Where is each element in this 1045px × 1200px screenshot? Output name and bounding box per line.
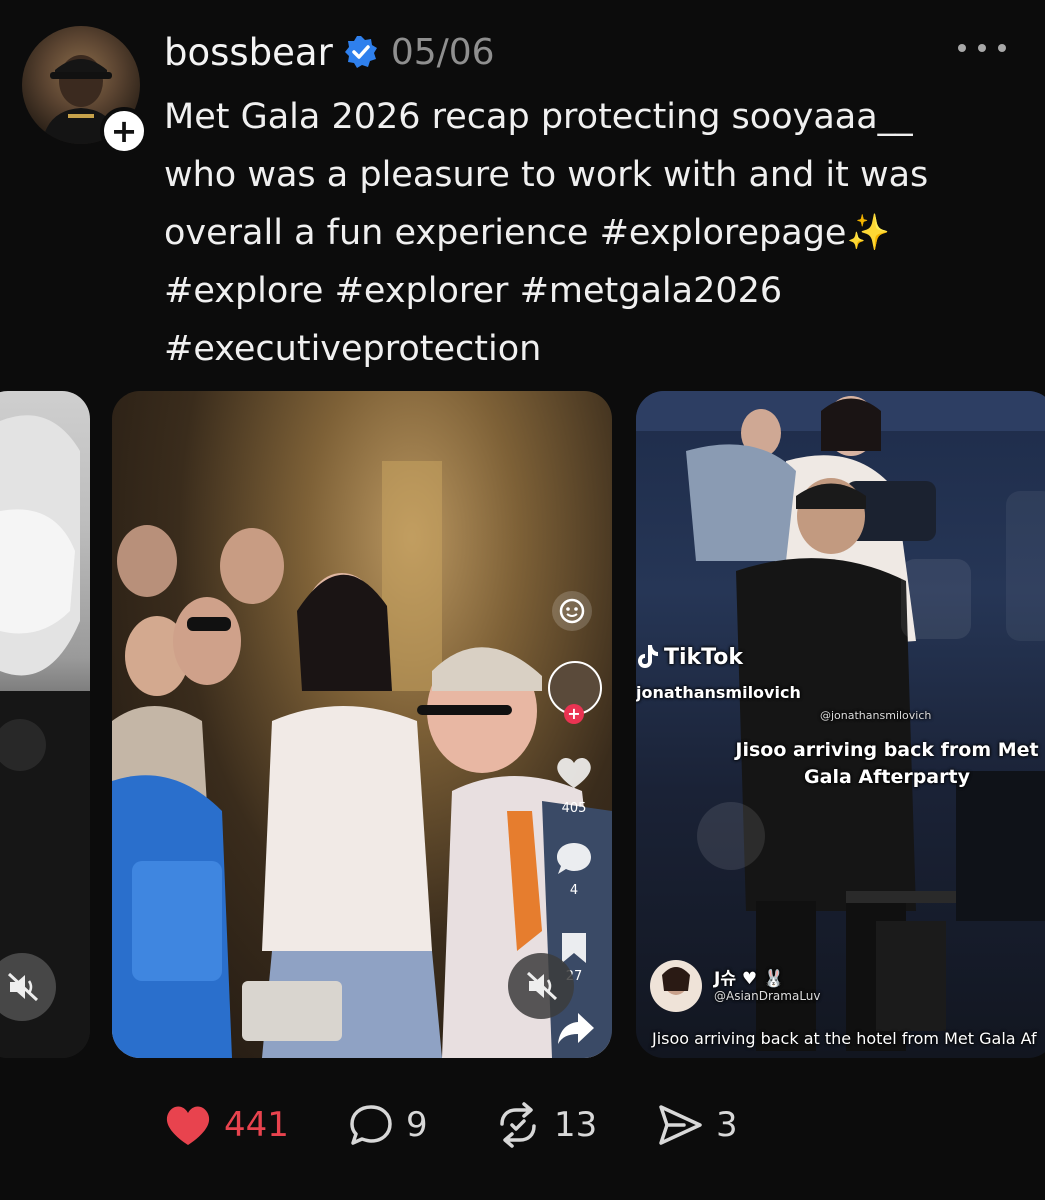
repost-icon [500, 1102, 536, 1148]
comment-button[interactable]: 9 [348, 1090, 428, 1160]
follow-plus-button[interactable]: + [100, 107, 148, 155]
commenter-name: J슈 ♥ 🐰 [714, 969, 785, 989]
follow-plus-icon[interactable]: + [564, 704, 584, 724]
heart-filled-icon [166, 1106, 210, 1145]
post-date: 05/06 [390, 31, 495, 73]
tiktok-brand-text: TikTok [664, 645, 744, 670]
bookmark-icon[interactable] [560, 931, 588, 965]
username[interactable]: bossbear [164, 31, 333, 74]
tiktok-logo-icon [638, 645, 658, 668]
thread-post: + bossbear 05/06 Met Gala 2026 recap pro… [0, 0, 1045, 1200]
post-action-bar: 441 9 13 3 [0, 1090, 1045, 1160]
comment-icon[interactable] [555, 841, 593, 877]
tiktok-handle: jonathansmilovich [636, 683, 801, 702]
like-button[interactable]: 441 [164, 1090, 289, 1160]
plus-icon: + [110, 112, 138, 150]
media-item-video-2[interactable]: TikTok jonathansmilovich @jonathansmilov… [636, 391, 1045, 1058]
more-options-icon[interactable] [958, 34, 1006, 62]
send-icon [659, 1105, 702, 1145]
muted-icon [526, 971, 558, 1001]
caption-line[interactable]: #executiveprotection [164, 320, 984, 378]
caption-line[interactable]: overall a fun experience #explorepage✨ [164, 204, 984, 262]
share-count: 3 [716, 1105, 738, 1145]
share-button[interactable]: 3 [656, 1090, 738, 1160]
repost-button[interactable]: 13 [494, 1090, 597, 1160]
post-header: bossbear 05/06 [164, 28, 495, 76]
media-item-previous[interactable] [0, 391, 90, 1058]
media-item-video-1[interactable]: + 405 4 27 [112, 391, 612, 1058]
video-comment-count: 4 [569, 883, 579, 898]
caption-line: Met Gala 2026 recap protecting sooyaaa__ [164, 97, 913, 137]
video-thumbnail [636, 391, 1045, 1051]
muted-icon[interactable] [7, 972, 39, 1002]
heart-icon[interactable] [555, 756, 593, 790]
verified-badge-icon [344, 36, 377, 68]
commenter-handle: @AsianDramaLuv [714, 989, 821, 1003]
share-arrow-icon[interactable] [556, 1011, 596, 1047]
caption-line: who was a pleasure to work with and it w… [164, 155, 929, 195]
smiley-icon[interactable] [552, 591, 592, 631]
video-caption-overlay: Jisoo arriving back from Met Gala Afterp… [735, 739, 1039, 788]
repost-count: 13 [554, 1105, 598, 1145]
comment-count: 9 [406, 1105, 428, 1145]
caption-line[interactable]: #explore #explorer #metgala2026 [164, 262, 984, 320]
post-caption: Met Gala 2026 recap protecting sooyaaa__… [164, 88, 984, 378]
watermark-handle: @jonathansmilovich [820, 709, 932, 722]
like-count: 441 [224, 1105, 289, 1145]
video-like-count: 405 [561, 801, 587, 816]
comment-bubble-icon [350, 1105, 392, 1145]
video-thumbnail [0, 415, 90, 1058]
bottom-caption-overlay: Jisoo arriving back at the hotel from Me… [652, 1029, 1037, 1048]
